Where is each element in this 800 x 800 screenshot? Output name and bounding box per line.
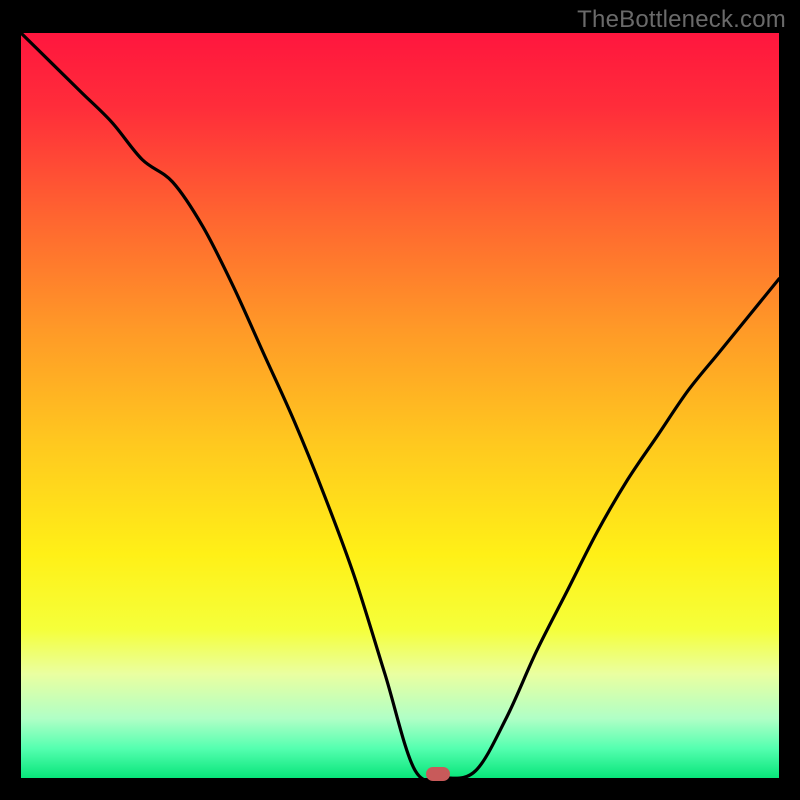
- chart-container: TheBottleneck.com: [0, 0, 800, 800]
- optimal-marker: [426, 767, 450, 781]
- watermark-text: TheBottleneck.com: [577, 6, 786, 34]
- bottleneck-curve: [21, 33, 779, 778]
- plot-frame: [21, 33, 779, 778]
